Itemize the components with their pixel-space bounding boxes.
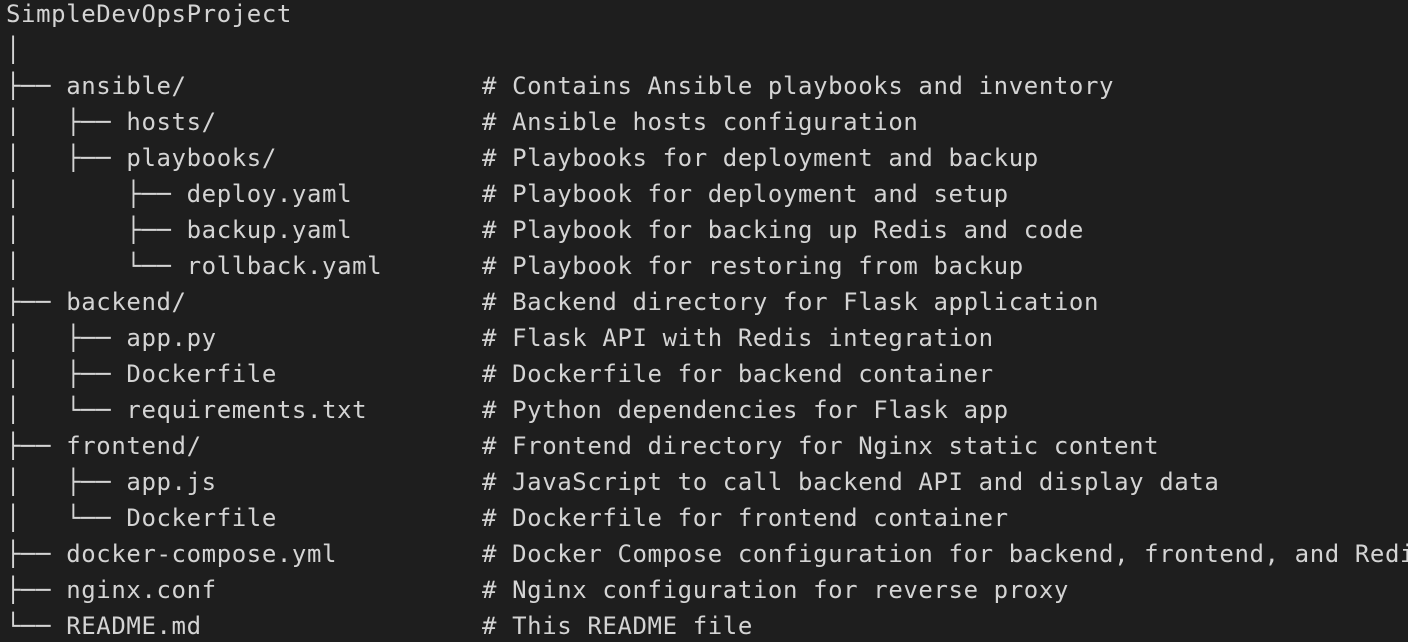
- tree-line: ├── frontend/ # Frontend directory for N…: [6, 428, 1159, 464]
- tree-line: │ └── Dockerfile # Dockerfile for fronte…: [6, 500, 1008, 536]
- tree-path[interactable]: │ ├── deploy.yaml: [6, 176, 352, 212]
- tree-path[interactable]: │ ├── backup.yaml: [6, 212, 352, 248]
- tree-line: │ ├── Dockerfile # Dockerfile for backen…: [6, 356, 993, 392]
- tree-line: │ ├── hosts/ # Ansible hosts configurati…: [6, 104, 918, 140]
- tree-comment: # Docker Compose configuration for backe…: [482, 540, 1408, 568]
- tree-line: ├── backend/ # Backend directory for Fla…: [6, 284, 1098, 320]
- tree-comment: # Contains Ansible playbooks and invento…: [482, 72, 1115, 100]
- tree-comment: # Playbooks for deployment and backup: [482, 144, 1039, 172]
- tree-path[interactable]: ├── frontend/: [6, 428, 202, 464]
- tree-path[interactable]: SimpleDevOpsProject: [6, 0, 292, 32]
- tree-comment: # Flask API with Redis integration: [482, 324, 994, 352]
- tree-path[interactable]: ├── ansible/: [6, 68, 187, 104]
- tree-line: └── README.md # This README file: [6, 608, 752, 642]
- tree-comment: # Backend directory for Flask applicatio…: [482, 288, 1100, 316]
- tree-path[interactable]: │ ├── hosts/: [6, 104, 217, 140]
- tree-comment: # This README file: [482, 612, 753, 640]
- tree-line-root: SimpleDevOpsProject: [6, 0, 291, 32]
- tree-path[interactable]: │ └── requirements.txt: [6, 392, 367, 428]
- tree-line: ├── nginx.conf # Nginx configuration for…: [6, 572, 1068, 608]
- tree-path[interactable]: │ ├── playbooks/: [6, 140, 277, 176]
- tree-comment: # JavaScript to call backend API and dis…: [482, 468, 1220, 496]
- tree-comment: # Playbook for deployment and setup: [482, 180, 1009, 208]
- tree-path[interactable]: │ └── Dockerfile: [6, 500, 277, 536]
- tree-line: │ └── rollback.yaml # Playbook for resto…: [6, 248, 1023, 284]
- tree-comment: # Frontend directory for Nginx static co…: [482, 432, 1160, 460]
- tree-path[interactable]: ├── backend/: [6, 284, 187, 320]
- tree-comment: # Dockerfile for backend container: [482, 360, 994, 388]
- tree-path[interactable]: │ ├── app.py: [6, 320, 217, 356]
- tree-line: │ ├── playbooks/ # Playbooks for deploym…: [6, 140, 1038, 176]
- tree-line: ├── ansible/ # Contains Ansible playbook…: [6, 68, 1113, 104]
- tree-comment: # Python dependencies for Flask app: [482, 396, 1009, 424]
- tree-path[interactable]: └── README.md: [6, 608, 202, 642]
- tree-line: │: [6, 32, 66, 68]
- tree-path[interactable]: ├── docker-compose.yml: [6, 536, 337, 572]
- directory-tree: SimpleDevOpsProject │ ├── ansible/ # Con…: [0, 0, 1408, 642]
- tree-path[interactable]: │ ├── Dockerfile: [6, 356, 277, 392]
- tree-line: ├── docker-compose.yml # Docker Compose …: [6, 536, 1408, 572]
- tree-path[interactable]: │ ├── app.js: [6, 464, 217, 500]
- tree-comment: # Playbook for backing up Redis and code: [482, 216, 1084, 244]
- tree-comment: # Dockerfile for frontend container: [482, 504, 1009, 532]
- tree-comment: # Playbook for restoring from backup: [482, 252, 1024, 280]
- tree-line: │ ├── app.py # Flask API with Redis inte…: [6, 320, 993, 356]
- tree-comment: # Ansible hosts configuration: [482, 108, 919, 136]
- tree-line: │ ├── app.js # JavaScript to call backen…: [6, 464, 1219, 500]
- tree-line: │ └── requirements.txt # Python dependen…: [6, 392, 1008, 428]
- tree-path[interactable]: │ └── rollback.yaml: [6, 248, 382, 284]
- tree-line: │ ├── deploy.yaml # Playbook for deploym…: [6, 176, 1008, 212]
- tree-path[interactable]: ├── nginx.conf: [6, 572, 217, 608]
- tree-comment: # Nginx configuration for reverse proxy: [482, 576, 1069, 604]
- tree-path: │: [6, 36, 22, 64]
- tree-line: │ ├── backup.yaml # Playbook for backing…: [6, 212, 1083, 248]
